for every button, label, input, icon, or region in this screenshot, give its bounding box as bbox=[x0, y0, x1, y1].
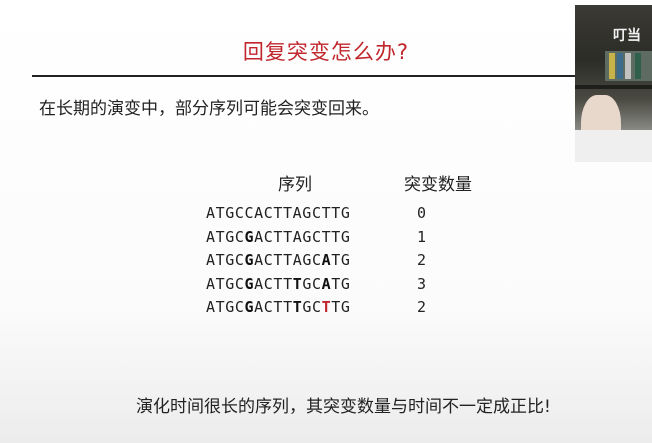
dna-sequence: ATGCGACTTTGCTTG bbox=[206, 298, 351, 316]
mutated-base: G bbox=[244, 274, 255, 293]
book bbox=[625, 53, 631, 79]
dna-sequence: ATGCCACTTAGCTTG bbox=[206, 204, 350, 222]
sequence-segment: GC bbox=[302, 274, 322, 293]
book bbox=[617, 53, 623, 79]
mutated-base: A bbox=[321, 274, 332, 293]
mutated-base: T bbox=[292, 298, 303, 316]
slide-title: 回复突变怎么办? bbox=[242, 40, 410, 64]
column-header-sequence: 序列 bbox=[278, 175, 312, 195]
dna-sequence: ATGCGACTTTGCATG bbox=[206, 275, 351, 293]
slide: 回复突变怎么办? 在长期的演变中，部分序列可能会突变回来。 序列 突变数量 AT… bbox=[0, 0, 652, 443]
sequence-segment: ACTTAGCTTG bbox=[254, 227, 351, 246]
mutated-base: T bbox=[292, 274, 303, 293]
mutated-base: A bbox=[321, 251, 332, 269]
sequence-segment: ACTT bbox=[254, 298, 293, 316]
mutation-count: 2 bbox=[417, 298, 427, 316]
mutated-base: G bbox=[244, 298, 255, 316]
presenter-shirt bbox=[575, 130, 652, 162]
presenter-video-overlay: 叮当 bbox=[575, 5, 652, 162]
sequence-segment: ACTTAGC bbox=[254, 251, 322, 269]
sequence-segment: GC bbox=[302, 298, 322, 316]
mutation-count: 0 bbox=[417, 204, 427, 222]
sequence-segment: ATGCCACTTAGCTTG bbox=[206, 204, 351, 222]
sequence-segment: TG bbox=[331, 298, 351, 316]
dna-sequence: ATGCGACTTAGCATG bbox=[206, 251, 351, 269]
sequence-segment: ATGC bbox=[206, 298, 245, 316]
title-divider bbox=[32, 75, 592, 77]
conclusion-text: 演化时间很长的序列，其突变数量与时间不一定成正比! bbox=[136, 397, 551, 417]
mutation-count: 3 bbox=[417, 274, 427, 293]
dna-sequence: ATGCGACTTAGCTTG bbox=[206, 228, 350, 246]
book bbox=[609, 53, 615, 79]
intro-text: 在长期的演变中，部分序列可能会突变回来。 bbox=[39, 99, 379, 119]
mutated-base: G bbox=[244, 251, 255, 269]
sequence-segment: ATGC bbox=[206, 227, 245, 246]
book bbox=[635, 53, 641, 79]
watermark-text: 叮当 bbox=[613, 28, 641, 44]
sequence-segment: ATGC bbox=[206, 251, 245, 269]
sequence-segment: TG bbox=[331, 274, 351, 293]
mutation-count: 1 bbox=[417, 227, 427, 246]
sequence-segment: TG bbox=[331, 251, 351, 269]
mutated-base: G bbox=[244, 227, 255, 246]
column-header-mutation-count: 突变数量 bbox=[404, 175, 472, 195]
sequence-segment: ACTT bbox=[254, 274, 293, 293]
mutated-base: T bbox=[321, 298, 332, 316]
sequence-segment: ATGC bbox=[206, 274, 245, 293]
mutation-count: 2 bbox=[417, 251, 427, 269]
shelf-edge bbox=[575, 85, 652, 89]
